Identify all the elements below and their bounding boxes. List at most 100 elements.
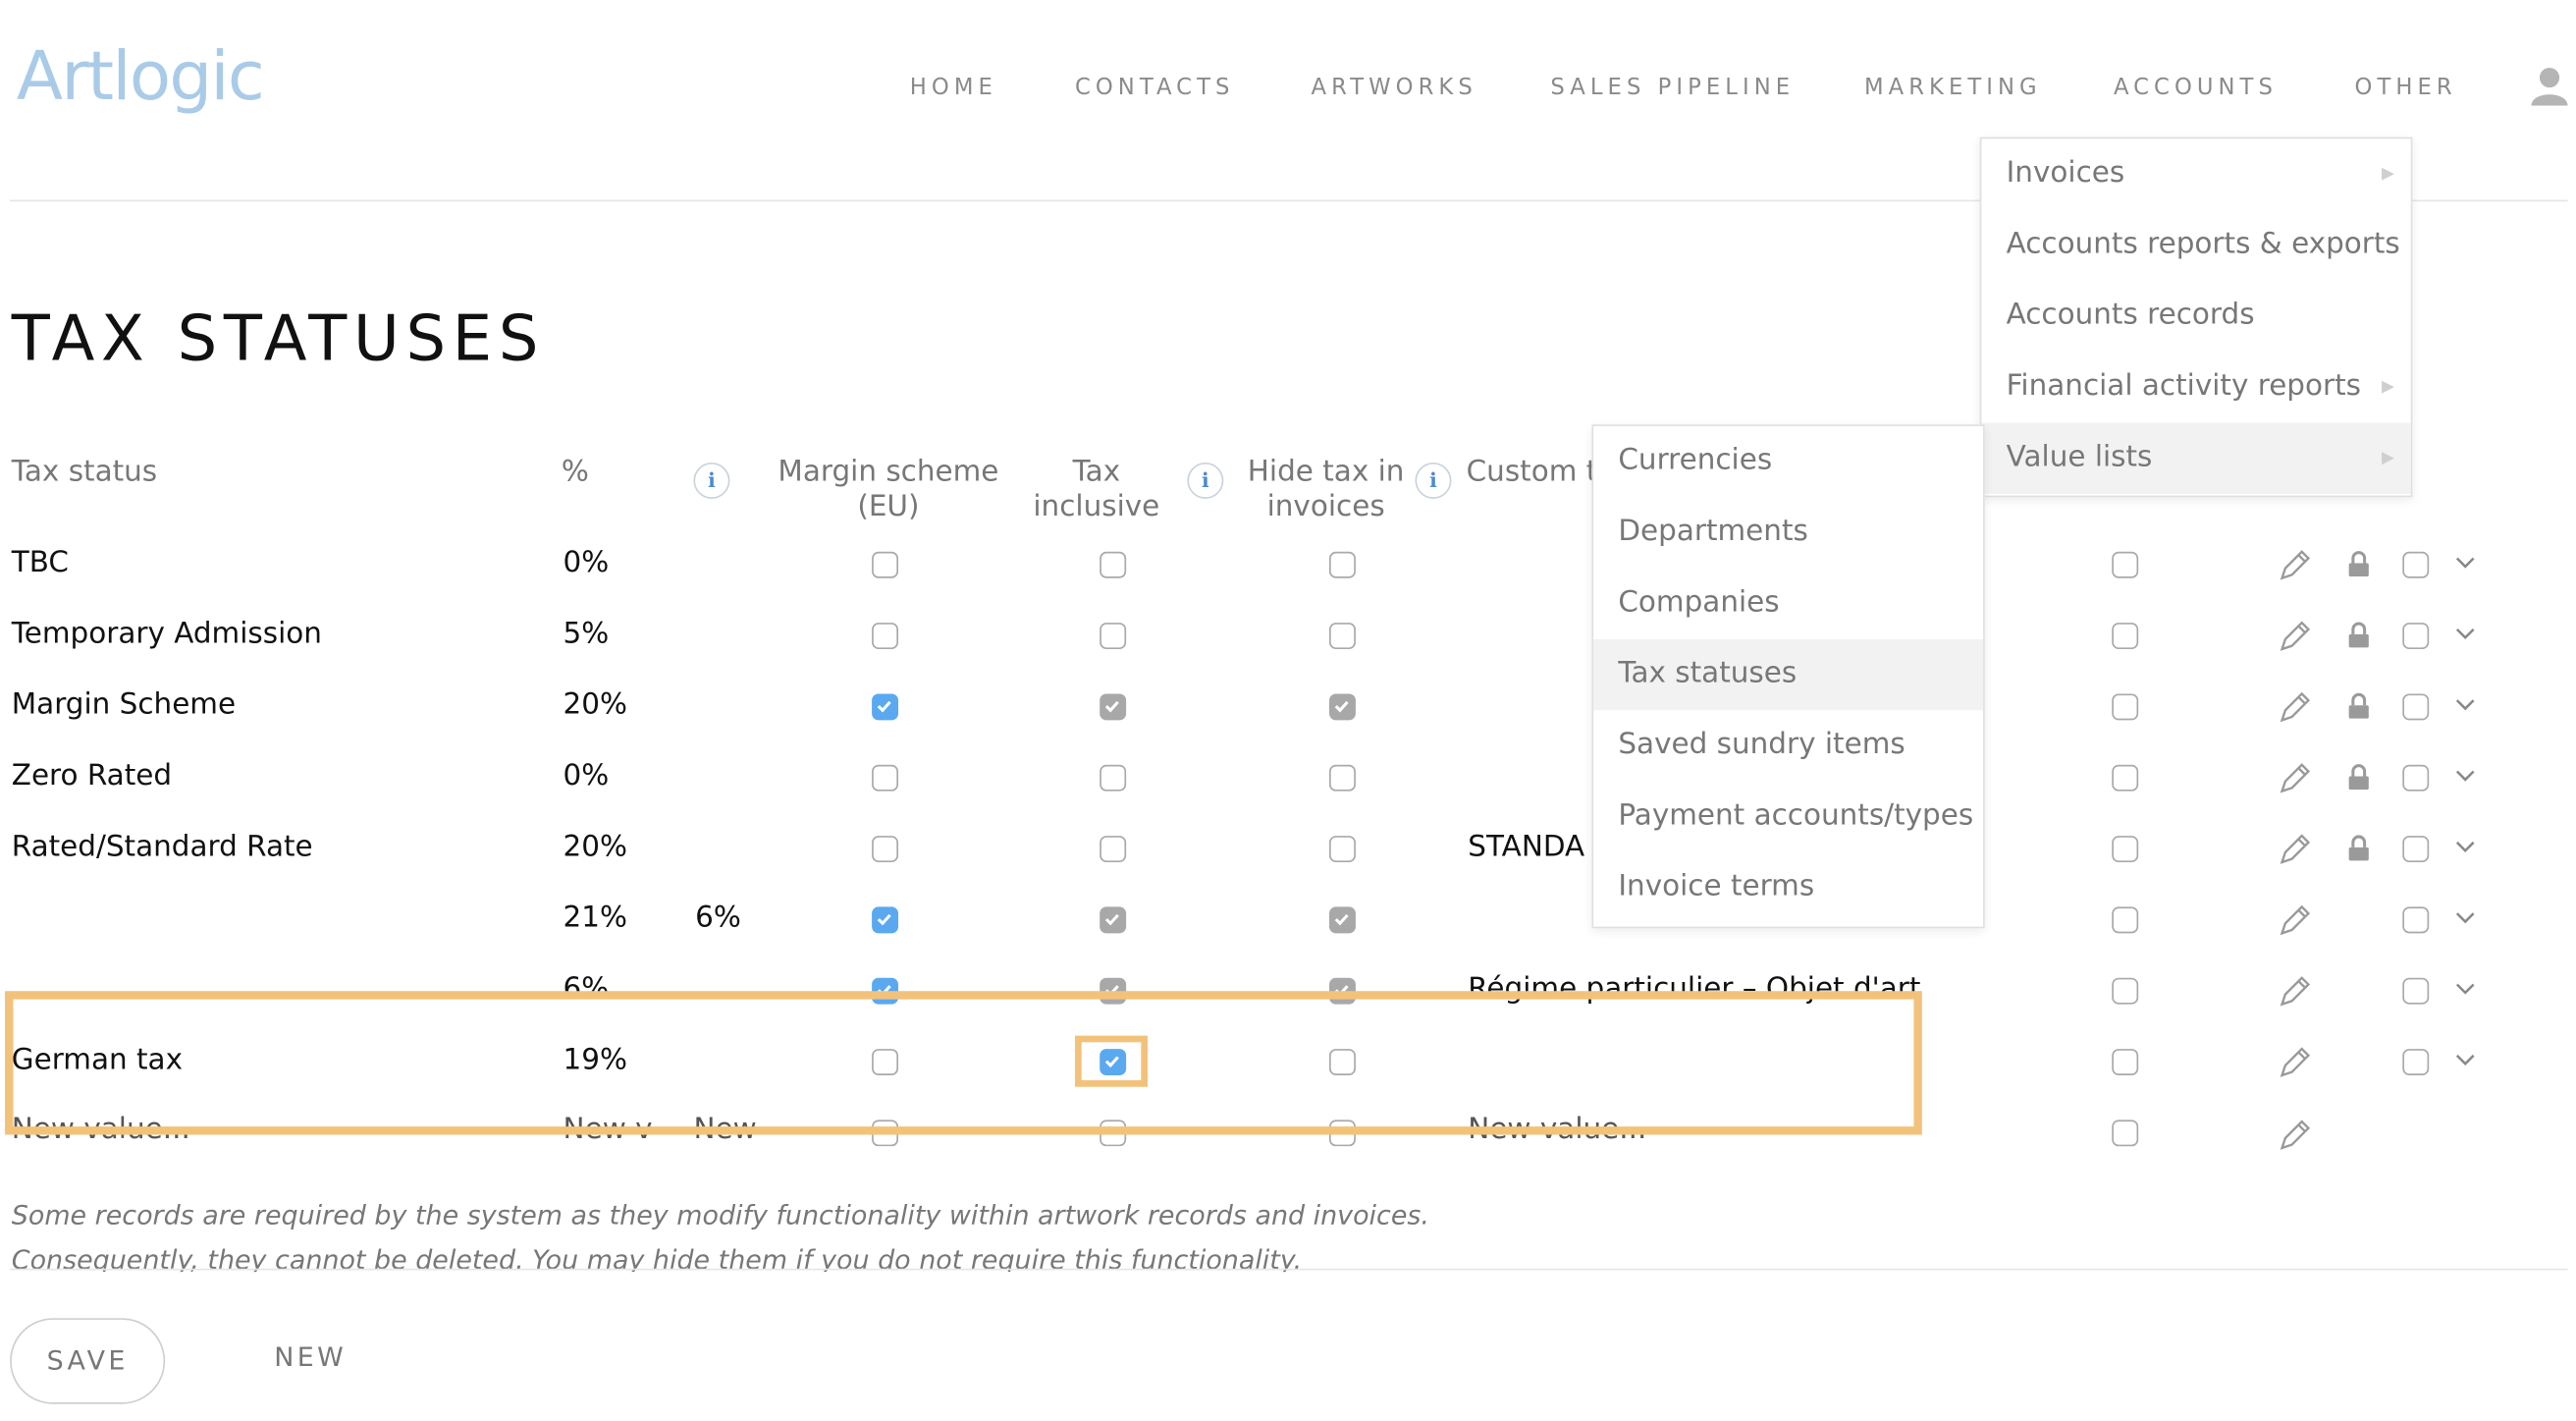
edit-pencil-icon[interactable] bbox=[2277, 902, 2313, 938]
nav-other[interactable]: OTHER bbox=[2355, 75, 2457, 101]
submenu-item-departments[interactable]: Departments bbox=[1593, 497, 1983, 568]
nav-artworks[interactable]: ARTWORKS bbox=[1312, 75, 1477, 101]
tax-status-name[interactable]: TBC bbox=[12, 547, 69, 580]
hide-tax-checkbox[interactable] bbox=[1329, 906, 1356, 934]
row-extra-checkbox[interactable] bbox=[2112, 693, 2139, 721]
lock-icon bbox=[2348, 692, 2369, 719]
tax-percent[interactable]: 20% bbox=[564, 831, 627, 864]
tax-percent[interactable]: 20% bbox=[564, 688, 627, 722]
chevron-down-icon[interactable] bbox=[2453, 555, 2477, 572]
chevron-down-icon[interactable] bbox=[2453, 697, 2477, 714]
chevron-right-icon: ▶ bbox=[2381, 378, 2394, 397]
menu-value-lists[interactable]: Value lists ▶ bbox=[1981, 422, 2411, 494]
menu-accounts-reports[interactable]: Accounts reports & exports bbox=[1981, 210, 2410, 281]
tax-inclusive-checkbox[interactable] bbox=[1100, 764, 1127, 792]
tax-percent-secondary[interactable]: 6% bbox=[695, 902, 741, 935]
row-extra-checkbox[interactable] bbox=[2112, 623, 2139, 650]
value-lists-submenu: Currencies Departments Companies Tax status… bbox=[1591, 424, 1985, 929]
lock-icon bbox=[2348, 835, 2369, 861]
chevron-down-icon[interactable] bbox=[2453, 1052, 2477, 1068]
nav-marketing[interactable]: MARKETING bbox=[1864, 75, 2042, 101]
row-select-checkbox[interactable] bbox=[2402, 977, 2430, 1005]
tax-inclusive-checkbox[interactable] bbox=[1100, 693, 1127, 721]
tax-inclusive-checkbox[interactable] bbox=[1100, 836, 1127, 863]
margin-scheme-checkbox[interactable] bbox=[872, 693, 899, 721]
menu-financial-activity-reports[interactable]: Financial activity reports ▶ bbox=[1981, 352, 2410, 422]
nav-accounts[interactable]: ACCOUNTS bbox=[2114, 75, 2278, 101]
lock-icon bbox=[2348, 551, 2369, 577]
tax-inclusive-checkbox[interactable] bbox=[1100, 906, 1127, 934]
user-icon[interactable] bbox=[2531, 66, 2568, 106]
submenu-item-saved-sundry-items[interactable]: Saved sundry items bbox=[1593, 710, 1983, 781]
row-select-checkbox[interactable] bbox=[2402, 836, 2430, 863]
row-select-checkbox[interactable] bbox=[2402, 906, 2430, 934]
hide-tax-checkbox[interactable] bbox=[1329, 836, 1356, 863]
row-extra-checkbox[interactable] bbox=[2112, 906, 2139, 934]
nav-sales-pipeline[interactable]: SALES PIPELINE bbox=[1550, 75, 1795, 101]
margin-scheme-checkbox[interactable] bbox=[872, 906, 899, 934]
menu-accounts-records[interactable]: Accounts records bbox=[1981, 281, 2410, 352]
submenu-item-tax-statuses[interactable]: Tax statuses bbox=[1593, 638, 1984, 711]
tax-percent[interactable]: 5% bbox=[564, 618, 610, 651]
row-extra-checkbox[interactable] bbox=[2112, 551, 2139, 578]
margin-scheme-checkbox[interactable] bbox=[872, 551, 899, 578]
artlogic-logo[interactable]: Artlogic bbox=[17, 36, 265, 116]
row-select-checkbox[interactable] bbox=[2402, 764, 2430, 792]
margin-scheme-checkbox[interactable] bbox=[872, 623, 899, 650]
margin-scheme-checkbox[interactable] bbox=[872, 764, 899, 792]
submenu-item-invoice-terms[interactable]: Invoice terms bbox=[1593, 852, 1983, 923]
tax-percent[interactable]: 0% bbox=[564, 547, 610, 580]
row-extra-checkbox[interactable] bbox=[2112, 1049, 2139, 1075]
chevron-down-icon[interactable] bbox=[2453, 768, 2477, 785]
col-percent: % bbox=[561, 456, 589, 489]
new-extra-checkbox[interactable] bbox=[2112, 1120, 2139, 1147]
table-row: 21% 6% bbox=[0, 884, 2576, 955]
edit-pencil-icon[interactable] bbox=[2277, 618, 2313, 654]
hide-tax-checkbox[interactable] bbox=[1329, 764, 1356, 792]
chevron-down-icon[interactable] bbox=[2453, 981, 2477, 998]
custom-text[interactable]: STANDA bbox=[1468, 831, 1584, 864]
row-select-checkbox[interactable] bbox=[2402, 693, 2430, 721]
table-row: TBC 0% bbox=[0, 528, 2576, 599]
edit-pencil-icon[interactable] bbox=[2277, 688, 2313, 725]
row-extra-checkbox[interactable] bbox=[2112, 836, 2139, 863]
chevron-down-icon[interactable] bbox=[2453, 626, 2477, 642]
margin-scheme-checkbox[interactable] bbox=[872, 836, 899, 863]
tax-inclusive-checkbox[interactable] bbox=[1100, 623, 1127, 650]
tax-status-name[interactable]: Margin Scheme bbox=[12, 688, 236, 722]
new-edit-pencil-icon[interactable] bbox=[2277, 1117, 2313, 1153]
menu-invoices[interactable]: Invoices ▶ bbox=[1981, 138, 2410, 209]
hide-tax-checkbox[interactable] bbox=[1329, 693, 1356, 721]
tax-inclusive-checkbox[interactable] bbox=[1100, 551, 1127, 578]
tax-percent[interactable]: 21% bbox=[564, 902, 627, 935]
edit-pencil-icon[interactable] bbox=[2277, 1044, 2313, 1080]
row-select-checkbox[interactable] bbox=[2402, 551, 2430, 578]
submenu-item-companies[interactable]: Companies bbox=[1593, 569, 1983, 639]
edit-pencil-icon[interactable] bbox=[2277, 831, 2313, 867]
submenu-item-payment-accounts-types[interactable]: Payment accounts/types bbox=[1593, 782, 1983, 852]
tax-status-name[interactable]: Zero Rated bbox=[12, 760, 172, 793]
save-button[interactable]: SAVE bbox=[10, 1318, 166, 1404]
edit-pencil-icon[interactable] bbox=[2277, 547, 2313, 583]
hide-tax-checkbox[interactable] bbox=[1329, 551, 1356, 578]
row-select-checkbox[interactable] bbox=[2402, 623, 2430, 650]
info-icon[interactable]: i bbox=[1415, 462, 1452, 499]
row-extra-checkbox[interactable] bbox=[2112, 977, 2139, 1005]
tax-status-name[interactable]: Temporary Admission bbox=[12, 618, 322, 651]
info-icon[interactable]: i bbox=[693, 462, 730, 499]
chevron-down-icon[interactable] bbox=[2453, 839, 2477, 855]
row-extra-checkbox[interactable] bbox=[2112, 764, 2139, 792]
nav-contacts[interactable]: CONTACTS bbox=[1075, 75, 1234, 101]
chevron-down-icon[interactable] bbox=[2453, 910, 2477, 927]
row-select-checkbox[interactable] bbox=[2402, 1049, 2430, 1075]
hide-tax-checkbox[interactable] bbox=[1329, 623, 1356, 650]
tax-status-name[interactable]: Rated/Standard Rate bbox=[12, 831, 313, 864]
new-button[interactable]: NEW bbox=[274, 1341, 347, 1373]
edit-pencil-icon[interactable] bbox=[2277, 760, 2313, 796]
edit-pencil-icon[interactable] bbox=[2277, 973, 2313, 1010]
submenu-item-currencies[interactable]: Currencies bbox=[1593, 426, 1983, 497]
tax-percent[interactable]: 0% bbox=[564, 760, 610, 793]
highlight-tax-inclusive-checkbox bbox=[1074, 1035, 1148, 1087]
info-icon[interactable]: i bbox=[1187, 462, 1224, 499]
nav-home[interactable]: HOME bbox=[910, 75, 997, 101]
